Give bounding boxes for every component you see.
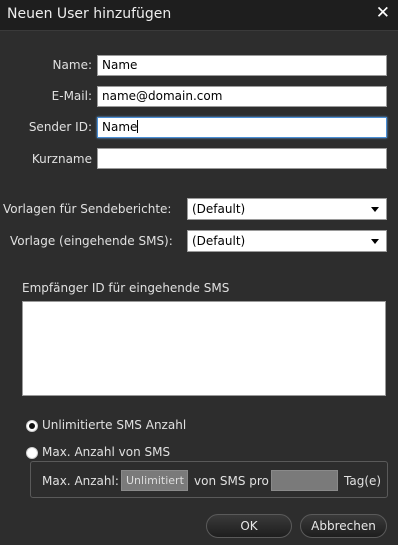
name-input[interactable]: Name	[97, 55, 387, 76]
days-input[interactable]	[271, 470, 338, 491]
sender-id-input[interactable]: Name	[97, 117, 387, 138]
kurzname-label: Kurzname	[31, 152, 92, 166]
per-label: von SMS pro	[194, 474, 269, 488]
max-count-input[interactable]: Unlimitiert	[121, 470, 188, 491]
empfaenger-id-textarea[interactable]	[22, 301, 386, 396]
chevron-down-icon	[371, 207, 379, 212]
max-count-label: Max. Anzahl:	[42, 474, 119, 488]
sender-id-label: Sender ID:	[28, 120, 92, 134]
vorlage-eingehende-select[interactable]: (Default)	[187, 230, 387, 252]
vorlage-sendeberichte-value: (Default)	[192, 202, 246, 216]
close-icon[interactable]: ✕	[376, 3, 390, 23]
email-input[interactable]: name@domain.com	[97, 86, 387, 107]
add-user-dialog: Neuen User hinzufügen ✕ Name: Name E-Mai…	[0, 0, 398, 545]
title-bar: Neuen User hinzufügen ✕	[0, 0, 398, 31]
unlimited-sms-label: Unlimitierte SMS Anzahl	[42, 418, 187, 432]
cancel-button[interactable]: Abbrechen	[300, 514, 387, 538]
vorlage-sendeberichte-select[interactable]: (Default)	[187, 198, 387, 220]
kurzname-input[interactable]	[97, 148, 387, 169]
email-label: E-Mail:	[51, 89, 92, 103]
vorlage-sendeberichte-label: Vorlagen für Sendeberichte:	[3, 202, 172, 216]
chevron-down-icon	[371, 239, 379, 244]
dialog-title: Neuen User hinzufügen	[7, 6, 172, 22]
vorlage-eingehende-label: Vorlage (eingehende SMS):	[10, 234, 173, 248]
name-label: Name:	[52, 58, 92, 72]
max-sms-label: Max. Anzahl von SMS	[42, 445, 175, 459]
vorlage-eingehende-value: (Default)	[192, 234, 246, 248]
ok-button[interactable]: OK	[206, 514, 292, 538]
unlimited-sms-radio[interactable]	[26, 420, 38, 432]
days-label: Tag(e)	[344, 474, 382, 488]
max-sms-radio[interactable]	[26, 447, 38, 459]
empfaenger-id-label: Empfänger ID für eingehende SMS	[22, 281, 230, 295]
